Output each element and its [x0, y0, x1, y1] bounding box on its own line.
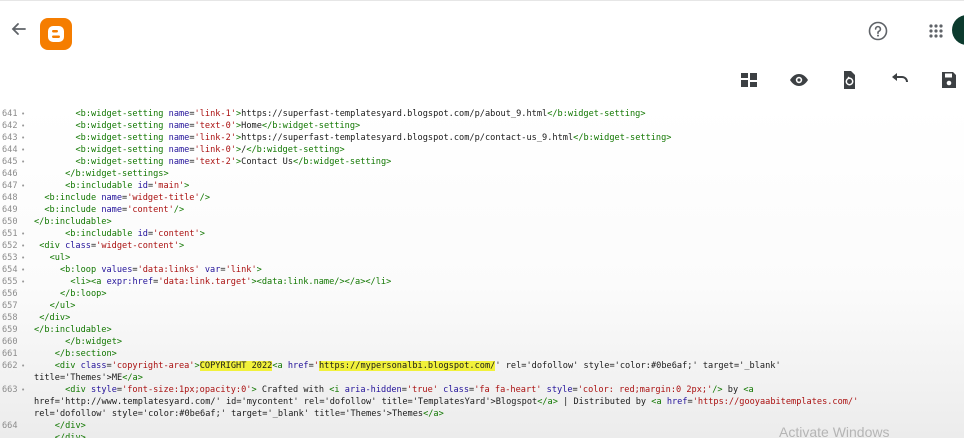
code-text: <b:widget-setting name='text-2'>Contact …: [75, 157, 392, 167]
fold-marker-icon[interactable]: •: [21, 252, 25, 264]
code-text: <div style='font-size:1px;opacity:0'> Cr…: [65, 385, 754, 395]
line-number: 661: [2, 349, 18, 359]
code-line[interactable]: 648 <b:include name='widget-title'/>: [0, 192, 964, 204]
code-text: </b:widget>: [65, 337, 123, 347]
avatar[interactable]: [952, 15, 964, 45]
code-line[interactable]: 660 </b:widget>: [0, 336, 964, 348]
layout-icon[interactable]: [737, 68, 761, 92]
code-line[interactable]: 659 </b:includable>: [0, 324, 964, 336]
save-icon[interactable]: [937, 68, 961, 92]
line-number: 646: [2, 169, 18, 179]
code-line[interactable]: 644 • <b:widget-setting name='link-0'>/</…: [0, 144, 964, 156]
code-line[interactable]: href='http://www.templatesyard.com/' id=…: [0, 396, 964, 408]
fold-marker-icon[interactable]: •: [21, 276, 25, 288]
code-line[interactable]: 643 • <b:widget-setting name='link-2'>htt…: [0, 132, 964, 144]
code-line[interactable]: 652 • <div class='widget-content'>: [0, 240, 964, 252]
fold-marker-icon[interactable]: •: [21, 264, 25, 276]
code-text: </ul>: [49, 301, 76, 311]
code-line[interactable]: 646 </b:widget-settings>: [0, 168, 964, 180]
line-number: 650: [2, 217, 18, 227]
code-text: </div>: [54, 433, 86, 438]
code-line[interactable]: 649 <b:include name='content'/>: [0, 204, 964, 216]
code-line[interactable]: 663 • <div style='font-size:1px;opacity:0…: [0, 384, 964, 396]
line-number: 649: [2, 205, 18, 215]
fold-marker-icon[interactable]: •: [21, 228, 25, 240]
app-header: [0, 0, 964, 63]
code-line[interactable]: rel='dofollow' style='color:#0be6af;' ta…: [0, 408, 964, 420]
fold-marker-icon[interactable]: •: [21, 120, 25, 132]
preview-eye-icon[interactable]: [787, 68, 811, 92]
line-number: 656: [2, 289, 18, 299]
code-text: <b:widget-setting name='link-0'>/</b:wid…: [75, 145, 345, 155]
code-text: <b:widget-setting name='link-1'>https://…: [75, 109, 646, 119]
line-number: 658: [2, 313, 18, 323]
code-text: </b:loop>: [59, 289, 107, 299]
code-text: </b:includable>: [34, 217, 112, 227]
help-icon[interactable]: [866, 19, 890, 43]
fold-marker-icon[interactable]: •: [21, 132, 25, 144]
code-text: <b:loop values='data:links' var='link'>: [59, 265, 262, 275]
code-line[interactable]: 645 • <b:widget-setting name='text-2'>Con…: [0, 156, 964, 168]
fold-marker-icon[interactable]: •: [21, 240, 25, 252]
code-line[interactable]: 655 • <li><a expr:href='data:link.target'…: [0, 276, 964, 288]
code-line[interactable]: 642 • <b:widget-setting name='text-0'>Hom…: [0, 120, 964, 132]
fold-marker-icon[interactable]: •: [21, 180, 25, 192]
code-text: <b:includable id='main'>: [65, 181, 190, 191]
code-line[interactable]: title='Themes'>ME</a>: [0, 372, 964, 384]
code-text: rel='dofollow' style='color:#0be6af;' ta…: [34, 409, 444, 419]
code-line[interactable]: 647 • <b:includable id='main'>: [0, 180, 964, 192]
code-line[interactable]: 662 • <div class='copyright-area'>COPYRIG…: [0, 360, 964, 372]
code-text: <li><a expr:href='data:link.target'><dat…: [70, 277, 392, 287]
restore-template-icon[interactable]: [837, 68, 861, 92]
back-arrow-icon[interactable]: [8, 19, 30, 43]
apps-grid-icon[interactable]: [924, 19, 948, 43]
undo-icon[interactable]: [888, 68, 912, 92]
line-number: 657: [2, 301, 18, 311]
code-line[interactable]: 661 </b:section>: [0, 348, 964, 360]
code-text: title='Themes'>ME</a>: [34, 373, 143, 383]
code-line[interactable]: 658 </div>: [0, 312, 964, 324]
line-number: 660: [2, 337, 18, 347]
code-editor[interactable]: 641 • <b:widget-setting name='link-1'>htt…: [0, 104, 964, 438]
code-text: <b:include name='widget-title'/>: [44, 193, 210, 203]
code-text: <b:widget-setting name='text-0'>Home</b:…: [75, 121, 361, 131]
code-line[interactable]: 650 </b:includable>: [0, 216, 964, 228]
fold-marker-icon[interactable]: •: [21, 384, 25, 396]
code-line[interactable]: 657 </ul>: [0, 300, 964, 312]
code-text: href='http://www.templatesyard.com/' id=…: [34, 397, 859, 407]
code-line[interactable]: 656 </b:loop>: [0, 288, 964, 300]
code-text: <b:widget-setting name='link-2'>https://…: [75, 133, 672, 143]
code-line[interactable]: 654 • <b:loop values='data:links' var='li…: [0, 264, 964, 276]
fold-marker-icon[interactable]: •: [21, 360, 25, 372]
code-text: <b:includable id='content'>: [65, 229, 205, 239]
editor-toolbar: [0, 62, 964, 102]
fold-marker-icon[interactable]: •: [21, 156, 25, 168]
code-line[interactable]: 653 • <ul>: [0, 252, 964, 264]
fold-marker-icon[interactable]: •: [21, 144, 25, 156]
code-text: </div>: [54, 421, 86, 431]
code-text: </b:widget-settings>: [65, 169, 169, 179]
code-text: <div class='copyright-area'>COPYRIGHT 20…: [54, 361, 781, 371]
code-text: <b:include name='content'/>: [44, 205, 185, 215]
code-line[interactable]: 641 • <b:widget-setting name='link-1'>htt…: [0, 108, 964, 120]
code-text: <div class='widget-content'>: [39, 241, 185, 251]
code-text: </b:section>: [54, 349, 117, 359]
line-number: 659: [2, 325, 18, 335]
line-number: 648: [2, 193, 18, 203]
blogger-logo-icon[interactable]: [40, 18, 72, 50]
code-line[interactable]: 651 • <b:includable id='content'>: [0, 228, 964, 240]
code-text: <ul>: [49, 253, 71, 263]
code-text: </b:includable>: [34, 325, 112, 335]
fold-marker-icon[interactable]: •: [21, 108, 25, 120]
code-text: </div>: [39, 313, 71, 323]
line-number: 664: [2, 421, 18, 431]
